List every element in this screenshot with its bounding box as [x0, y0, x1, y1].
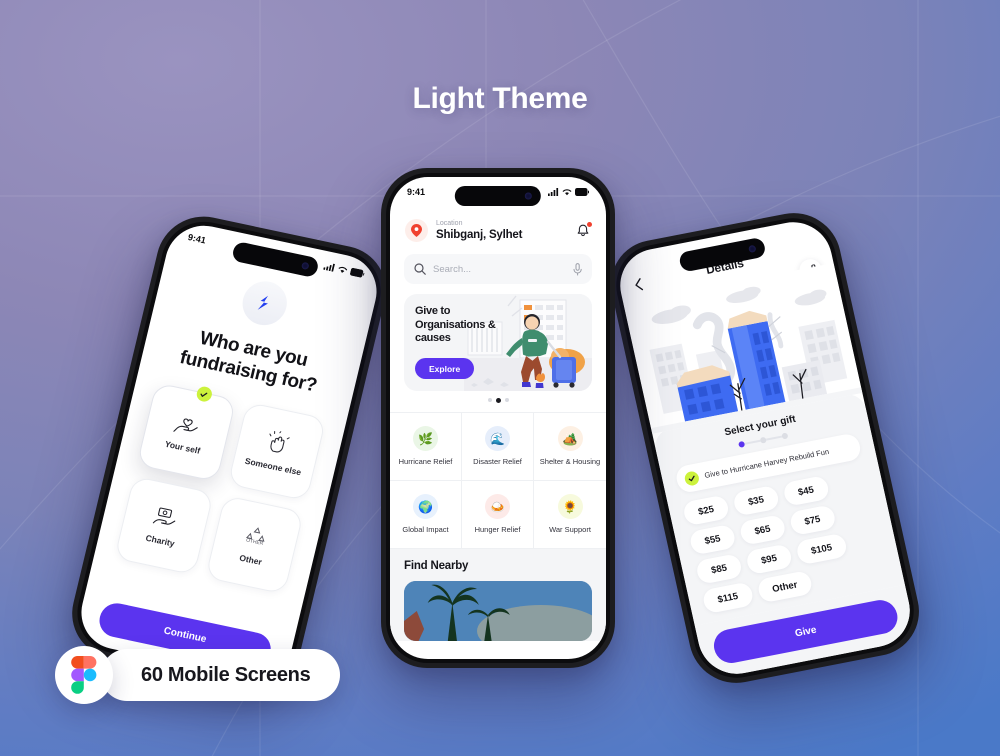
screen-fundraising-for: 9:41 Who are you fundraising for? Your s… [73, 218, 385, 686]
progress-line [765, 435, 783, 441]
search-placeholder: Search... [433, 263, 472, 275]
phone-bezel: 9:41 Location Shibganj, Sylhet Search...… [386, 173, 610, 663]
hand-money-icon [152, 507, 175, 525]
option-label: Other [238, 552, 263, 568]
option-card-other[interactable]: OTHER Other [204, 495, 305, 595]
category-label: War Support [549, 525, 591, 535]
carousel-dot-active[interactable] [495, 398, 501, 403]
category-label: Hurricane Relief [398, 457, 453, 467]
screen-details: Details Select your gift Give to Hurrica… [612, 215, 918, 681]
recycle-other-icon: OTHER [246, 527, 265, 548]
category-label: Disaster Relief [473, 457, 522, 467]
hand-heart-icon [173, 418, 198, 433]
option-label: Someone else [243, 456, 303, 478]
banner-heading: Give to Organisations & causes [415, 305, 496, 345]
progress-line [744, 439, 761, 445]
figma-logo-icon [55, 646, 113, 704]
amount-option[interactable]: $45 [781, 475, 831, 507]
location-caption: Location [436, 220, 463, 228]
phone-mockup-left: 9:41 Who are you fundraising for? Your s… [62, 208, 396, 696]
status-time: 9:41 [407, 187, 426, 197]
option-label: Your self [163, 438, 202, 457]
amount-option[interactable]: $25 [681, 494, 731, 527]
app-logo-icon [238, 277, 292, 330]
amount-option[interactable]: $85 [694, 553, 744, 585]
raised-hand-icon [269, 431, 290, 453]
hunger-icon: 🍛 [485, 494, 510, 520]
phone-mockup-right: Details Select your gift Give to Hurrica… [602, 205, 928, 691]
screen-home: 9:41 Location Shibganj, Sylhet Search...… [390, 177, 606, 659]
notification-badge [587, 221, 592, 227]
option-grid: Your self Someone else Charity OTHER Oth… [113, 382, 327, 595]
palm-scene-photo [404, 581, 592, 641]
amount-option[interactable]: $35 [731, 484, 781, 517]
shelter-icon: 🏕️ [557, 426, 583, 452]
location-value: Shibganj, Sylhet [436, 228, 523, 241]
carousel-dot[interactable] [487, 398, 492, 402]
category-hurricane-relief[interactable]: 🌿 Hurricane Relief [390, 413, 462, 481]
category-label: Shelter & Housing [539, 457, 601, 467]
signal-bars-icon [548, 188, 559, 196]
option-card-charity[interactable]: Charity [113, 476, 214, 576]
category-label: Global Impact [402, 525, 449, 535]
check-icon [683, 469, 701, 487]
microphone-icon[interactable] [573, 262, 582, 276]
promo-banner[interactable]: Give to Organisations & causes Explore [404, 294, 592, 391]
amount-option[interactable]: $75 [788, 504, 837, 537]
phone-bezel: Details Select your gift Give to Hurrica… [608, 211, 922, 685]
amount-option-other[interactable]: Other [756, 569, 814, 604]
amount-option[interactable]: $65 [738, 514, 787, 546]
find-nearby-section: Find Nearby [390, 549, 606, 641]
find-nearby-heading: Find Nearby [404, 560, 469, 572]
category-shelter-housing[interactable]: 🏕️ Shelter & Housing [534, 413, 606, 481]
nearby-photo-card[interactable] [404, 581, 592, 641]
banner-text: Give to Organisations & causes [415, 305, 501, 346]
battery-icon [350, 267, 365, 278]
option-card-someone-else[interactable]: Someone else [226, 401, 327, 502]
carousel-dot[interactable] [504, 398, 509, 402]
search-input[interactable]: Search... [404, 254, 592, 284]
amount-option[interactable]: $95 [744, 543, 794, 576]
page-title: Light Theme [412, 82, 588, 115]
hurricane-icon: 🌿 [413, 426, 438, 452]
bottom-badge: 60 Mobile Screens [55, 646, 341, 704]
category-hunger-relief[interactable]: 🍛 Hunger Relief [462, 481, 534, 549]
option-label: Charity [144, 533, 176, 549]
search-icon [414, 263, 426, 275]
home-scroll: Location Shibganj, Sylhet Search... Give… [390, 177, 606, 659]
amount-options: $25 $35 $45 $55 $65 $75 $85 $95 $105 $11… [681, 467, 889, 615]
disaster-icon: 🌊 [485, 426, 510, 452]
battery-icon [575, 188, 589, 196]
dynamic-island [454, 186, 542, 206]
category-global-impact[interactable]: 🌍 Global Impact [390, 481, 462, 549]
badge-label-pill: 60 Mobile Screens [101, 649, 341, 701]
category-war-support[interactable]: 🌻 War Support [534, 481, 606, 549]
signal-bars-icon [323, 263, 335, 272]
carousel-dots[interactable] [390, 398, 606, 403]
fund-label: Give to Hurricane Harvey Rebuild Fun [703, 446, 830, 480]
status-time: 9:41 [186, 232, 207, 246]
map-pin-icon [405, 219, 428, 242]
category-label: Hunger Relief [474, 525, 521, 535]
check-icon [194, 385, 213, 404]
category-disaster-relief[interactable]: 🌊 Disaster Relief [462, 413, 534, 481]
location-row[interactable]: Location Shibganj, Sylhet [390, 211, 606, 248]
category-grid: 🌿 Hurricane Relief 🌊 Disaster Relief 🏕️ … [390, 412, 606, 549]
svg-text:OTHER: OTHER [246, 538, 265, 548]
amount-option[interactable]: $115 [701, 581, 755, 615]
option-card-your-self[interactable]: Your self [136, 382, 236, 483]
wifi-icon [338, 266, 348, 273]
phone-bezel: 9:41 Who are you fundraising for? Your s… [68, 214, 390, 690]
notification-bell-icon[interactable] [575, 221, 592, 239]
explore-button[interactable]: Explore [415, 358, 475, 379]
phone-mockup-center: 9:41 Location Shibganj, Sylhet Search...… [381, 168, 615, 668]
wifi-icon [562, 189, 572, 196]
progress-step [781, 432, 789, 440]
amount-option[interactable]: $105 [794, 532, 849, 566]
globe-hands-icon: 🌍 [413, 494, 438, 520]
badge-label: 60 Mobile Screens [141, 663, 311, 686]
fundraising-body: Who are you fundraising for? Your self S… [74, 219, 385, 686]
war-support-icon: 🌻 [557, 494, 583, 520]
amount-option[interactable]: $55 [688, 523, 737, 556]
